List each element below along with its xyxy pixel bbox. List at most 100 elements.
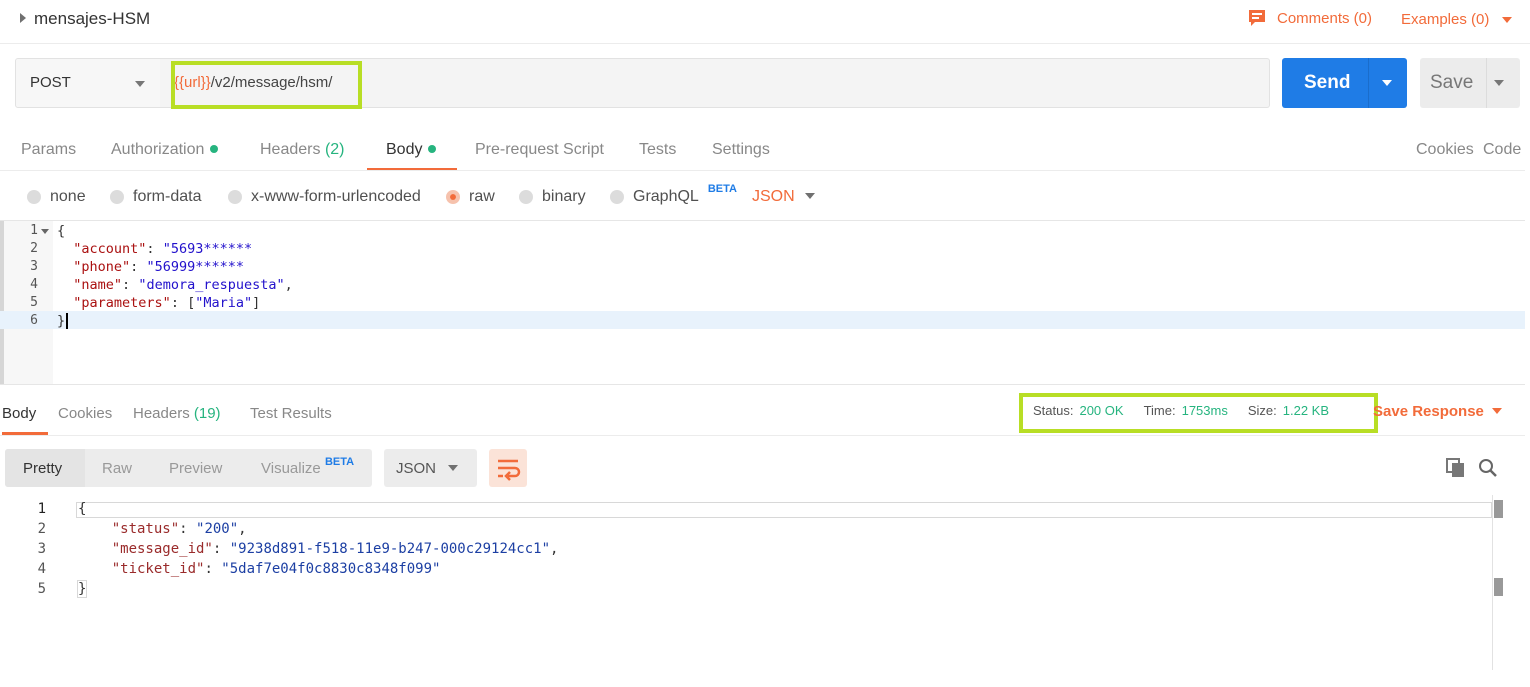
json-key: "ticket_id" [111, 561, 205, 577]
comment-icon [1249, 10, 1265, 26]
json-key: "phone" [73, 259, 131, 275]
radio-form-data[interactable]: form-data [110, 188, 201, 206]
view-mode-visualize[interactable]: Visualize BETA [261, 456, 354, 477]
code-line: } [57, 313, 66, 329]
line-number: 5 [30, 295, 38, 310]
save-response-button[interactable]: Save Response [1373, 403, 1484, 420]
request-title[interactable]: mensajes-HSM [34, 9, 150, 29]
response-tab-headers[interactable]: Headers (19) [133, 405, 221, 422]
wrap-lines-button[interactable] [489, 449, 527, 487]
radio-circle-icon [27, 190, 41, 204]
chevron-down-icon[interactable] [1492, 408, 1502, 414]
tab-prerequest-script[interactable]: Pre-request Script [475, 141, 604, 159]
tab-authorization[interactable]: Authorization [111, 141, 219, 159]
response-body-viewer[interactable]: 1 2 3 4 5 { "status": "200", "message_id… [0, 495, 1510, 670]
json-key: "message_id" [111, 541, 213, 557]
view-mode-preview[interactable]: Preview [169, 460, 222, 477]
radio-graphql[interactable]: GraphQL BETA [610, 183, 737, 206]
line-number: 3 [30, 259, 38, 274]
radio-circle-icon [110, 190, 124, 204]
send-divider [1368, 58, 1369, 108]
save-label: Save [1430, 72, 1474, 93]
line-number: 1 [37, 501, 46, 517]
tab-headers-count: (2) [324, 141, 345, 158]
search-icon[interactable] [1478, 458, 1498, 483]
tab-authorization-label: Authorization [111, 141, 205, 158]
radio-circle-icon [519, 190, 533, 204]
line-number: 2 [37, 521, 46, 537]
view-mode-raw[interactable]: Raw [102, 460, 132, 477]
tab-headers-label: Headers [260, 141, 321, 158]
json-value: "5693****** [162, 241, 253, 257]
radio-binary-label: binary [542, 188, 586, 205]
line-number: 4 [37, 561, 46, 577]
request-title-bar: mensajes-HSM Comments (0) Examples (0) [0, 0, 1530, 44]
expand-caret-icon[interactable] [20, 13, 26, 23]
scrollbar-thumb[interactable] [1494, 500, 1503, 518]
scrollbar-thumb[interactable] [1494, 578, 1503, 596]
json-value: "200" [196, 521, 239, 537]
tab-body[interactable]: Body [386, 141, 437, 159]
response-tab-cookies[interactable]: Cookies [58, 405, 112, 422]
response-tab-test-results[interactable]: Test Results [250, 405, 332, 422]
json-key: "name" [73, 277, 123, 293]
radio-none-label: none [50, 188, 86, 205]
send-label: Send [1304, 72, 1351, 93]
view-mode-pretty[interactable]: Pretty [5, 449, 85, 487]
radio-urlencoded[interactable]: x-www-form-urlencoded [228, 188, 421, 206]
divider [0, 170, 1525, 171]
method-label: POST [30, 74, 71, 91]
line-number: 5 [37, 581, 46, 597]
tab-settings[interactable]: Settings [712, 141, 770, 159]
code-line: "status": "200", [111, 521, 247, 537]
radio-selected-icon [446, 190, 460, 204]
radio-raw-label: raw [469, 188, 495, 205]
beta-badge: BETA [707, 183, 737, 195]
send-options-chevron-icon[interactable] [1382, 80, 1392, 86]
tab-body-label: Body [386, 141, 423, 158]
line-number: 2 [30, 241, 38, 256]
code-line: { [78, 501, 87, 517]
cookies-link[interactable]: Cookies [1416, 141, 1474, 159]
examples-link[interactable]: Examples (0) [1401, 11, 1489, 28]
radio-raw[interactable]: raw [446, 188, 495, 206]
response-format-label: JSON [396, 460, 437, 477]
url-highlight-box [171, 61, 362, 109]
radio-urlencoded-label: x-www-form-urlencoded [251, 188, 421, 205]
code-line: "ticket_id": "5daf7e04f0c8830c8348f099" [111, 561, 441, 577]
bracket-match-highlight [76, 502, 1492, 518]
chevron-down-icon[interactable] [1502, 17, 1512, 23]
response-tab-headers-label: Headers [133, 405, 190, 422]
send-button[interactable]: Send [1282, 58, 1407, 108]
tab-headers[interactable]: Headers (2) [260, 141, 345, 159]
json-key: "parameters" [73, 295, 171, 311]
comments-link[interactable]: Comments (0) [1247, 8, 1372, 28]
response-tab-body[interactable]: Body [2, 405, 36, 422]
json-value: "9238d891-f518-11e9-b247-000c29124cc1" [229, 541, 551, 557]
json-value: "Maria" [195, 295, 253, 311]
response-headers-count: (19) [193, 405, 221, 422]
status-dot-icon [210, 144, 219, 153]
json-value: "5daf7e04f0c8830c8348f099" [221, 561, 441, 577]
save-options-chevron-icon[interactable] [1494, 80, 1504, 86]
code-link[interactable]: Code [1483, 141, 1521, 159]
line-number: 4 [30, 277, 38, 292]
copy-icon[interactable] [1446, 458, 1466, 483]
status-highlight-box [1019, 393, 1378, 433]
line-number: 1 [30, 223, 38, 238]
tab-tests[interactable]: Tests [639, 141, 676, 159]
view-mode-group: Pretty Raw Preview Visualize BETA [5, 449, 372, 487]
radio-none[interactable]: none [27, 188, 86, 206]
save-button[interactable]: Save [1420, 58, 1520, 108]
scrollbar[interactable] [1492, 495, 1504, 670]
line-number: 6 [30, 313, 38, 328]
request-body-editor[interactable]: 1 2 3 4 5 6 { "account": "5693****** "ph… [0, 220, 1525, 385]
chevron-down-icon[interactable] [805, 193, 815, 199]
method-select[interactable]: POST [15, 58, 161, 108]
body-format-select[interactable]: JSON [752, 188, 795, 206]
radio-binary[interactable]: binary [519, 188, 586, 206]
json-key: "status" [111, 521, 180, 537]
tab-params[interactable]: Params [21, 141, 76, 159]
response-format-select[interactable]: JSON [384, 449, 477, 487]
fold-caret-icon[interactable] [41, 229, 49, 234]
